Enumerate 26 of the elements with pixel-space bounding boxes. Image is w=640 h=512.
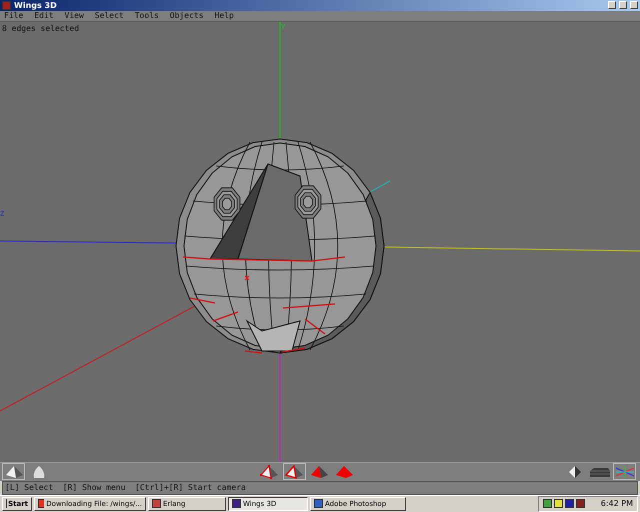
vertex-mode-button[interactable] xyxy=(258,463,280,480)
app-icon xyxy=(314,499,323,508)
minimize-button[interactable] xyxy=(608,1,616,10)
menu-item[interactable]: Edit xyxy=(34,10,60,21)
window-title: Wings 3D xyxy=(14,0,58,10)
menu-item[interactable]: Tools xyxy=(134,10,165,21)
menu-item[interactable]: File xyxy=(4,10,30,21)
axes-view-button[interactable] xyxy=(613,463,636,480)
status-bar: [L] Select [R] Show menu [Ctrl]+[R] Start camera xyxy=(2,480,638,495)
close-button[interactable] xyxy=(630,1,638,10)
maximize-button[interactable] xyxy=(619,1,627,10)
menu-item[interactable]: View xyxy=(64,10,90,21)
origin-marker-icon xyxy=(244,274,250,280)
menu-item[interactable]: Objects xyxy=(170,10,210,21)
smooth-dome-icon xyxy=(32,464,46,479)
app-icon xyxy=(232,499,241,508)
edge-mode-button[interactable] xyxy=(282,463,306,480)
app-icon xyxy=(38,499,44,508)
flat-shading-button[interactable] xyxy=(2,463,25,480)
selection-info: 8 edges selected xyxy=(2,24,80,33)
positive-z-axis-line xyxy=(370,180,390,192)
menu-item[interactable]: Select xyxy=(94,10,130,21)
app-icon xyxy=(152,499,161,508)
app-icon xyxy=(2,0,11,10)
clock: 6:42 PM xyxy=(600,499,633,508)
menu-item[interactable]: Help xyxy=(214,10,240,21)
